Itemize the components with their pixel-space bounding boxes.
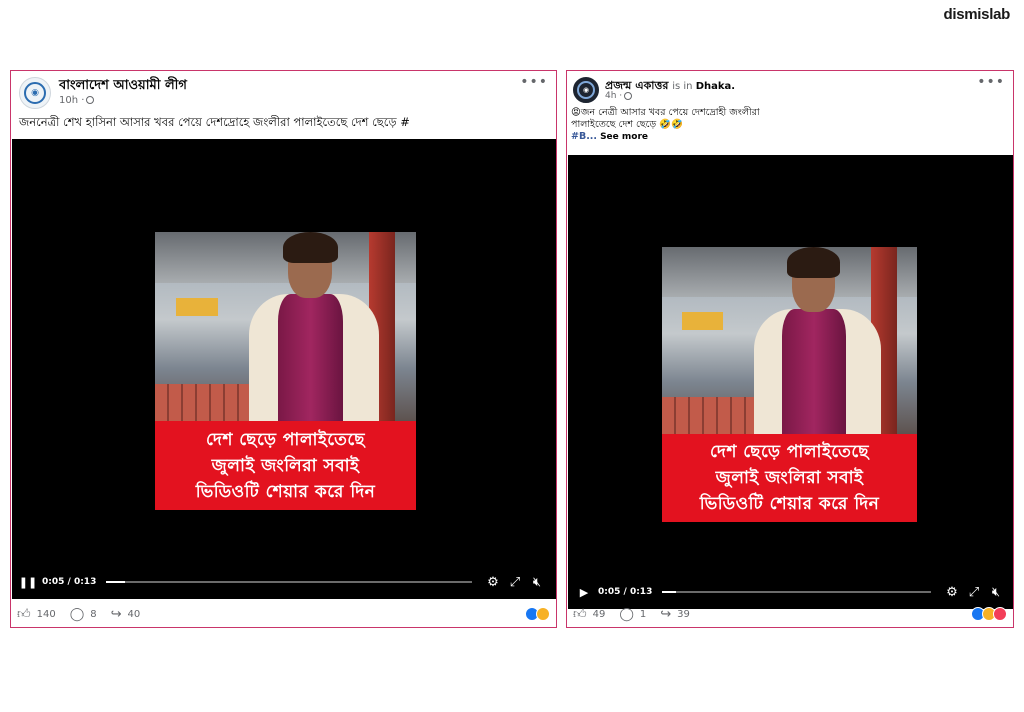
video-progress-bar[interactable]: [106, 581, 472, 583]
globe-icon: [624, 91, 633, 100]
facebook-post-1: ◉ বাংলাদেশ আওয়ামী লীগ 10h · ••• জননেত্র…: [10, 70, 557, 628]
like-count: 49: [592, 608, 606, 620]
location-prefix: is in: [672, 81, 693, 92]
caption-line-2: পালাইতেছে দেশ ছেড়ে 🤣🤣: [571, 119, 683, 130]
comment-button[interactable]: ◯ 1: [619, 607, 646, 622]
video-frame: দেশ ছেড়ে পালাইতেছে জুলাই জংলিরা সবাই ভি…: [155, 232, 416, 510]
location[interactable]: Dhaka.: [696, 81, 735, 92]
haha-reaction-icon: [536, 607, 550, 621]
overlay-line-1: দেশ ছেড়ে পালাইতেছে: [205, 429, 366, 450]
person-figure: [753, 247, 882, 444]
share-button[interactable]: ↪ 39: [660, 607, 690, 622]
mute-icon[interactable]: 🔇︎: [985, 585, 1007, 600]
hashtag-link[interactable]: #B...: [571, 131, 597, 142]
share-icon: ↪: [660, 606, 672, 622]
post-caption: জননেত্রী শেখ হাসিনা আসার খবর পেয়ে দেশদ্…: [19, 115, 410, 129]
post-time[interactable]: 4h ·: [605, 91, 633, 101]
video-scene: [155, 232, 416, 431]
fullscreen-icon[interactable]: ⤢: [963, 585, 985, 600]
overlay-line-2: জুলাই জংলিরা সবাই: [211, 455, 360, 476]
gear-icon[interactable]: ⚙: [941, 585, 963, 600]
video-controls: ❚❚ 0:05 / 0:13 ⚙ ⤢ 🔇︎: [12, 565, 556, 599]
like-icon: 👍︎: [573, 606, 587, 622]
like-count: 140: [36, 608, 56, 620]
post-header: ◉ বাংলাদেশ আওয়ামী লীগ 10h · •••: [17, 75, 550, 115]
video-time: 0:05 / 0:13: [42, 577, 97, 587]
share-count: 39: [677, 608, 690, 620]
comment-button[interactable]: ◯ 8: [70, 607, 97, 622]
post-footer: 👍︎ 49 ◯ 1 ↪ 39: [573, 601, 1007, 627]
overlay-line-3: ভিডিওটি শেয়ার করে দিন: [195, 481, 376, 502]
facebook-post-2: ◉ প্রজন্ম একাত্তর is in Dhaka. 4h · ••• …: [566, 70, 1014, 628]
more-options-icon[interactable]: •••: [520, 75, 548, 89]
share-icon: ↪: [110, 606, 122, 622]
page-name[interactable]: বাংলাদেশ আওয়ামী লীগ: [59, 76, 187, 97]
video-progress-bar[interactable]: [662, 591, 931, 593]
pause-icon[interactable]: ❚❚: [18, 576, 38, 589]
see-more-link[interactable]: See more: [600, 132, 648, 142]
video-frame: দেশ ছেড়ে পালাইতেছে জুলাই জংলিরা সবাই ভি…: [662, 247, 917, 522]
share-count: 40: [127, 608, 141, 620]
overlay-line-2: জুলাই জংলিরা সবাই: [715, 468, 864, 488]
reactions-summary[interactable]: [525, 607, 550, 621]
page-avatar[interactable]: ◉: [573, 77, 599, 103]
comment-icon: ◯: [619, 606, 634, 622]
video-player[interactable]: দেশ ছেড়ে পালাইতেছে জুলাই জংলিরা সবাই ভি…: [568, 155, 1013, 609]
video-text-overlay: দেশ ছেড়ে পালাইতেছে জুলাই জংলিরা সবাই ভি…: [155, 421, 416, 510]
brand-logo: dismislab: [943, 6, 1011, 23]
video-time: 0:05 / 0:13: [598, 587, 653, 597]
video-player[interactable]: দেশ ছেড়ে পালাইতেছে জুলাই জংলিরা সবাই ভি…: [12, 139, 556, 599]
share-button[interactable]: ↪ 40: [111, 607, 141, 622]
post-caption: 😡জন নেত্রী আসার খবর পেয়ে দেশদ্রোহী জংলী…: [571, 107, 760, 143]
post-time[interactable]: 10h ·: [59, 95, 95, 106]
caption-line-1: 😡জন নেত্রী আসার খবর পেয়ে দেশদ্রোহী জংলী…: [571, 107, 760, 118]
video-scene: [662, 247, 917, 444]
mute-icon[interactable]: 🔇︎: [526, 575, 548, 590]
person-figure: [248, 232, 380, 431]
globe-icon: [86, 96, 95, 104]
comment-icon: ◯: [69, 606, 85, 622]
overlay-line-3: ভিডিওটি শেয়ার করে দিন: [699, 494, 880, 514]
post-footer: 👍︎ 140 ◯ 8 ↪ 40: [17, 601, 550, 627]
like-icon: 👍︎: [17, 606, 31, 622]
video-text-overlay: দেশ ছেড়ে পালাইতেছে জুলাই জংলিরা সবাই ভি…: [662, 434, 917, 522]
play-icon[interactable]: ▶: [574, 586, 594, 599]
reactions-summary[interactable]: [971, 607, 1007, 621]
comment-count: 8: [90, 608, 97, 620]
page-logo-icon: ◉: [577, 81, 595, 99]
fullscreen-icon[interactable]: ⤢: [504, 575, 526, 590]
care-reaction-icon: [993, 607, 1007, 621]
more-options-icon[interactable]: •••: [977, 75, 1005, 89]
party-logo-icon: ◉: [24, 82, 46, 104]
like-button[interactable]: 👍︎ 49: [573, 607, 605, 622]
comment-count: 1: [639, 608, 647, 620]
page-avatar[interactable]: ◉: [19, 77, 51, 109]
gear-icon[interactable]: ⚙: [482, 575, 504, 590]
overlay-line-1: দেশ ছেড়ে পালাইতেছে: [709, 442, 870, 462]
like-button[interactable]: 👍︎ 140: [17, 607, 56, 622]
